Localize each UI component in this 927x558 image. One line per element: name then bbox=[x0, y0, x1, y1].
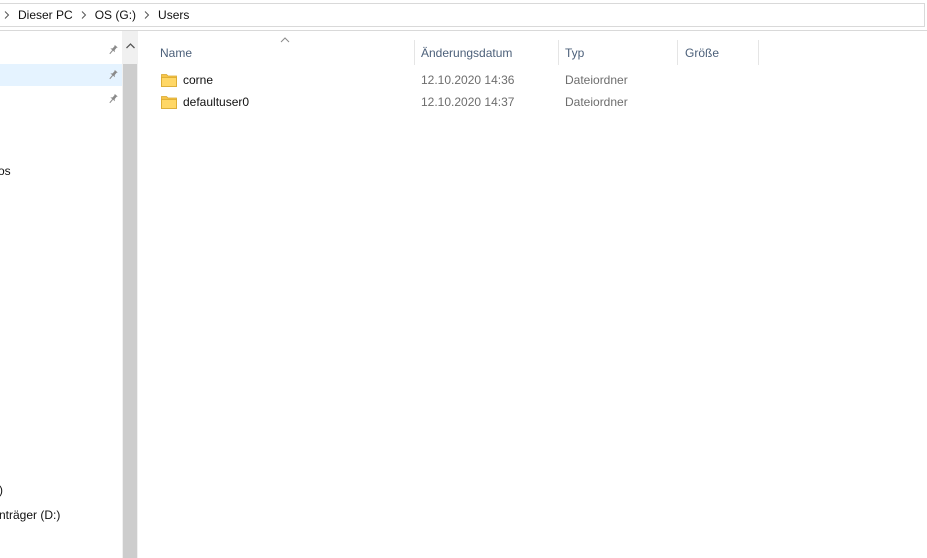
file-type: Dateiordner bbox=[565, 94, 628, 109]
column-divider[interactable] bbox=[758, 40, 759, 65]
address-bar[interactable]: Dieser PC OS (G:) Users bbox=[0, 0, 927, 31]
column-header-type[interactable]: Typ bbox=[565, 40, 584, 65]
folder-icon bbox=[161, 73, 177, 87]
chevron-right-icon[interactable] bbox=[77, 11, 91, 19]
scrollbar-thumb[interactable] bbox=[123, 64, 137, 558]
column-divider[interactable] bbox=[558, 40, 559, 65]
file-date: 12.10.2020 14:36 bbox=[421, 72, 515, 87]
breadcrumb-item-drive[interactable]: OS (G:) bbox=[91, 8, 140, 22]
table-row[interactable]: corne 12.10.2020 14:36 Dateiordner bbox=[158, 69, 898, 90]
nav-item-videos[interactable]: os bbox=[0, 160, 122, 182]
nav-item-quick-access-2[interactable] bbox=[0, 64, 122, 86]
file-name: defaultuser0 bbox=[183, 94, 250, 109]
sort-ascending-icon bbox=[280, 37, 290, 43]
pin-icon[interactable] bbox=[107, 44, 119, 56]
navigation-pane: os ) nträger (D:) bbox=[0, 31, 138, 558]
file-name-cell[interactable]: defaultuser0 bbox=[158, 91, 249, 112]
folder-icon bbox=[161, 95, 177, 109]
breadcrumb-item-this-pc[interactable]: Dieser PC bbox=[14, 8, 77, 22]
nav-scrollbar[interactable] bbox=[122, 31, 138, 558]
column-divider[interactable] bbox=[677, 40, 678, 65]
column-header-size[interactable]: Größe bbox=[685, 40, 719, 65]
nav-item-label: nträger (D:) bbox=[0, 508, 61, 522]
column-divider[interactable] bbox=[414, 40, 415, 65]
nav-item-drive-d[interactable]: nträger (D:) bbox=[0, 504, 122, 526]
column-header-name[interactable]: Name bbox=[160, 40, 192, 65]
nav-item-label: os bbox=[0, 164, 11, 178]
nav-item-quick-access-1[interactable] bbox=[0, 39, 122, 61]
scroll-up-arrow-icon[interactable] bbox=[122, 39, 138, 53]
pin-icon[interactable] bbox=[107, 93, 119, 105]
breadcrumb-item-users[interactable]: Users bbox=[154, 8, 193, 22]
file-list: Name Änderungsdatum Typ Größe corne 12.1… bbox=[138, 31, 927, 558]
table-row[interactable]: defaultuser0 12.10.2020 14:37 Dateiordne… bbox=[158, 91, 898, 112]
column-header-date[interactable]: Änderungsdatum bbox=[421, 40, 512, 65]
file-date: 12.10.2020 14:37 bbox=[421, 94, 515, 109]
file-name: corne bbox=[183, 72, 214, 87]
file-type: Dateiordner bbox=[565, 72, 628, 87]
chevron-right-icon[interactable] bbox=[0, 11, 14, 19]
file-name-cell[interactable]: corne bbox=[158, 69, 213, 90]
nav-item-quick-access-3[interactable] bbox=[0, 88, 122, 110]
chevron-right-icon[interactable] bbox=[140, 11, 154, 19]
breadcrumb[interactable]: Dieser PC OS (G:) Users bbox=[0, 3, 925, 27]
nav-item-drive-1[interactable]: ) bbox=[0, 479, 122, 501]
pin-icon[interactable] bbox=[107, 69, 119, 81]
file-explorer-window: Dieser PC OS (G:) Users os nträger (D:) … bbox=[0, 0, 927, 558]
nav-item-label: ) bbox=[0, 483, 3, 497]
